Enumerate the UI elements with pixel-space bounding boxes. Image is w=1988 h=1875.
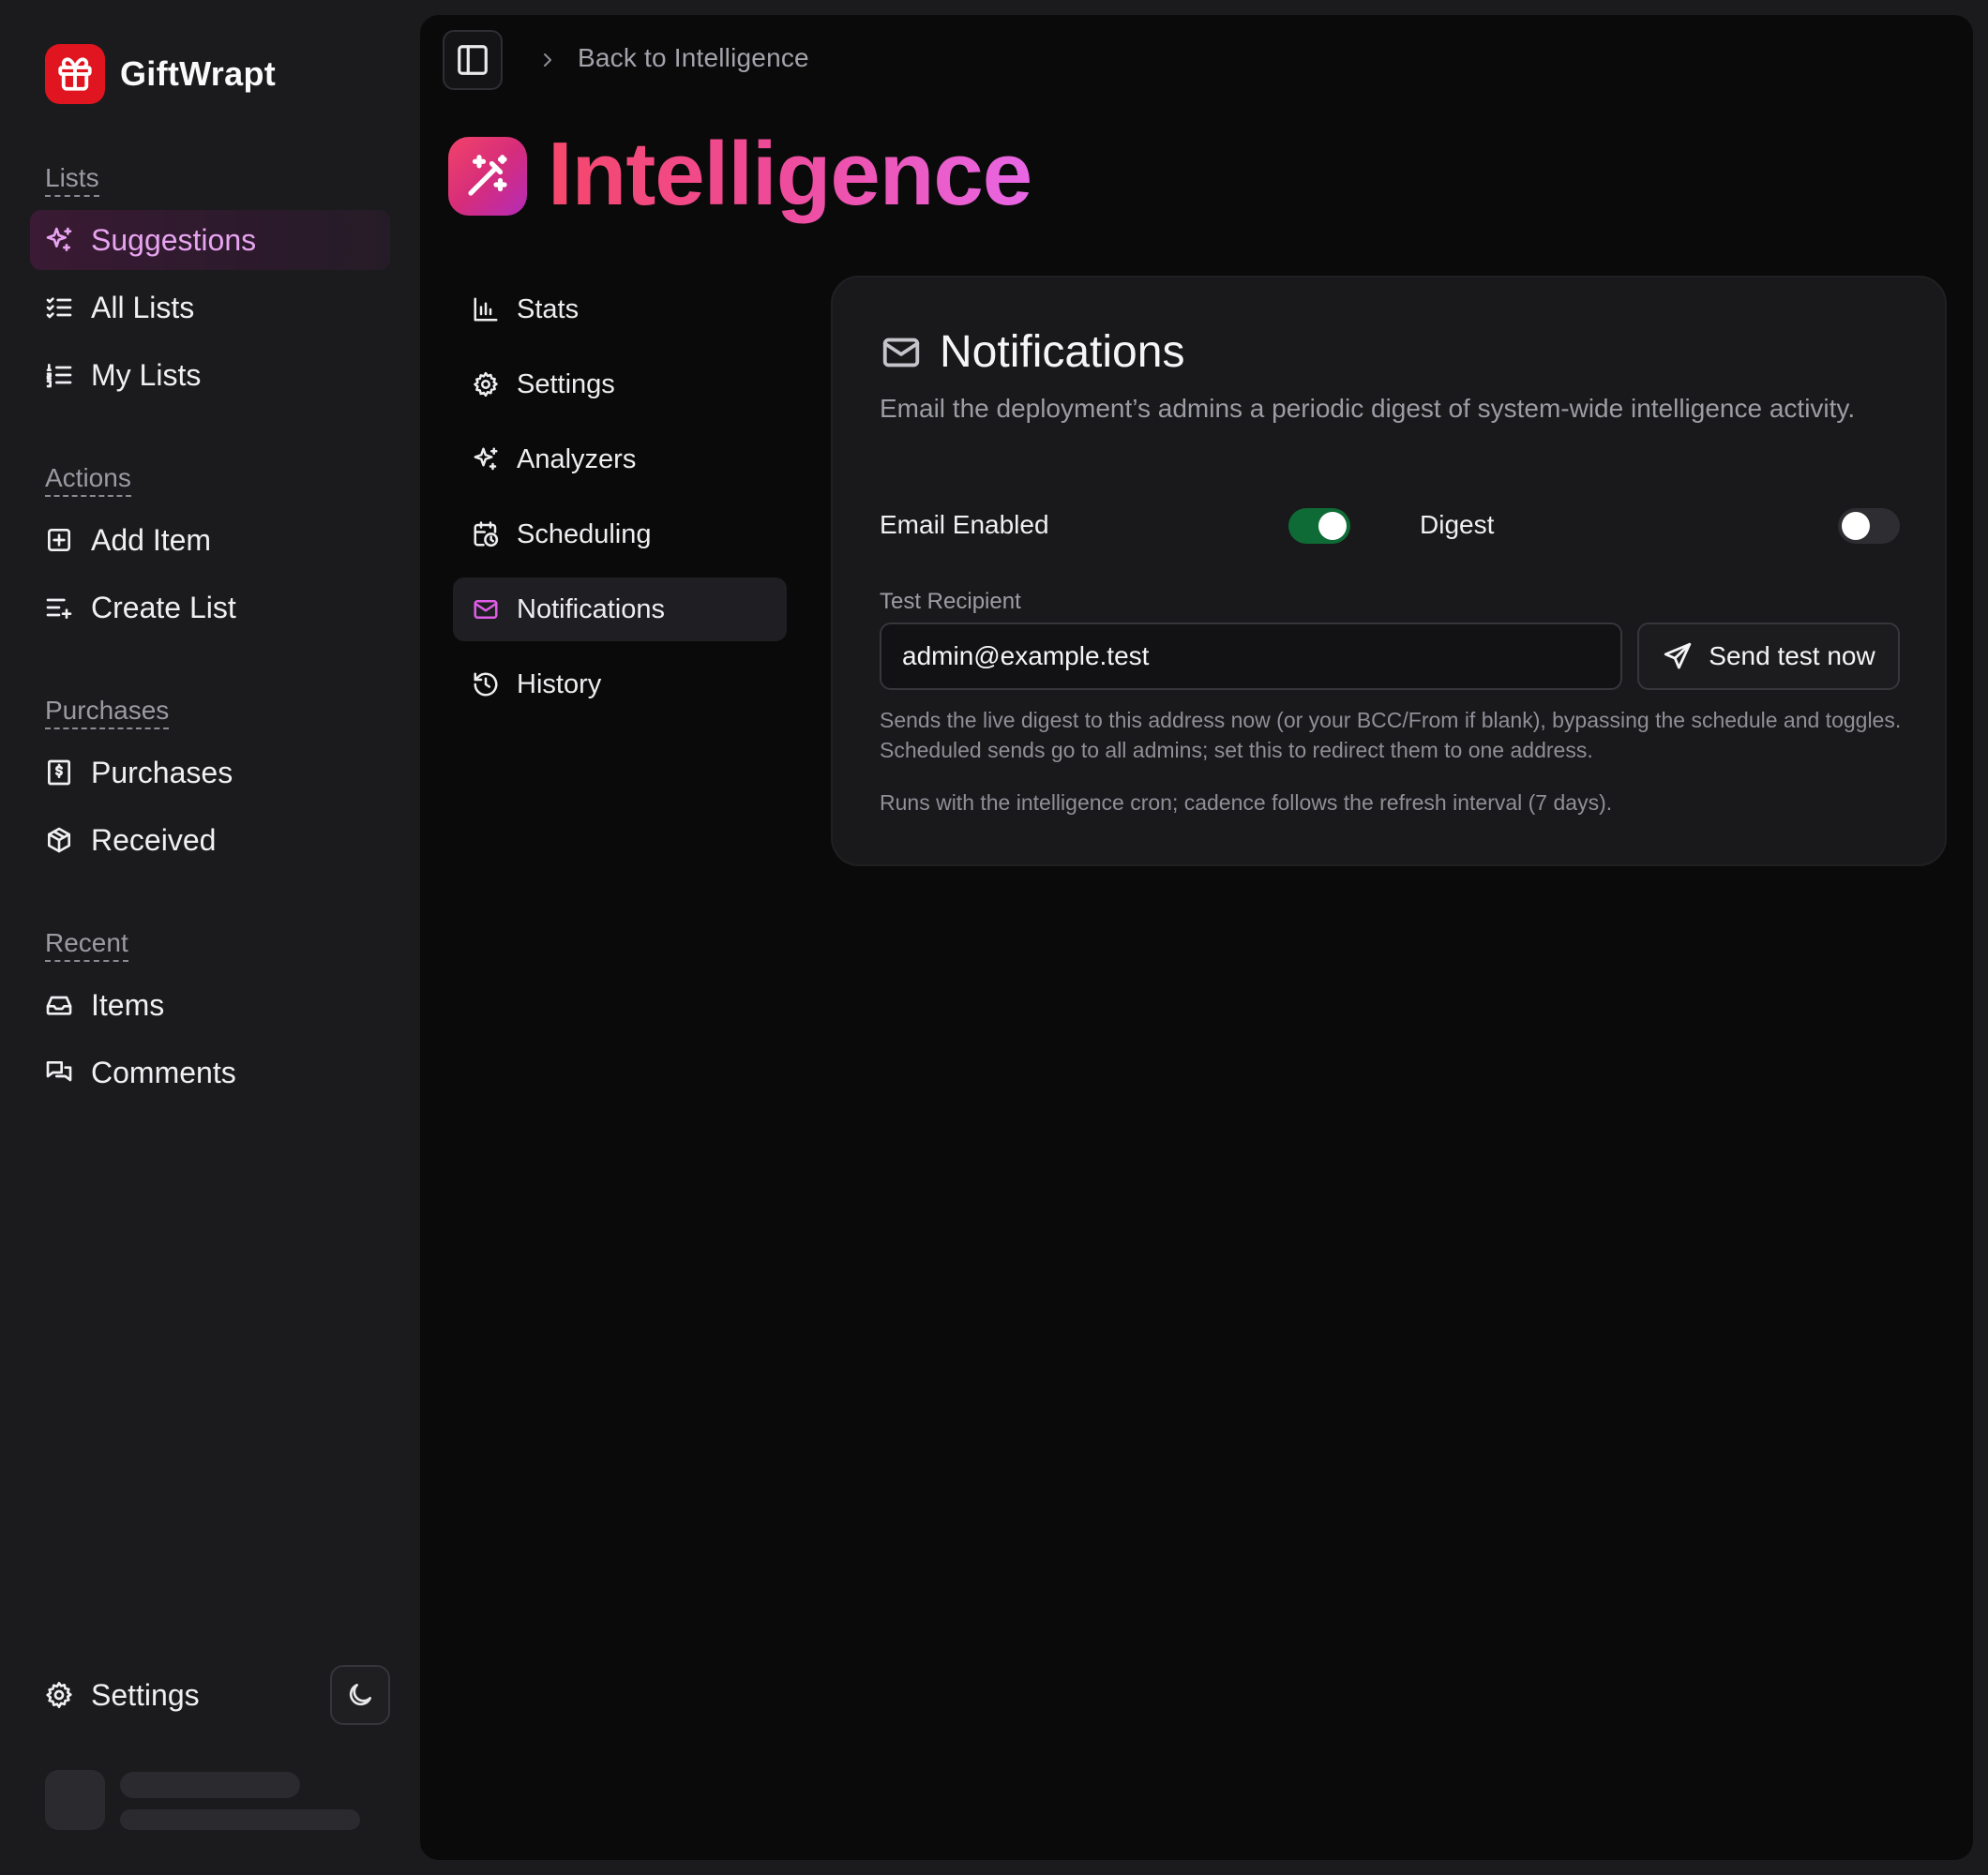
send-test-button[interactable]: Send test now (1637, 622, 1900, 690)
subnav-item-label: Stats (517, 293, 580, 324)
sidebar-toggle-button[interactable] (443, 30, 503, 90)
messages-icon (44, 1058, 74, 1088)
subnav-item-label: Settings (517, 368, 615, 399)
send-test-label: Send test now (1709, 641, 1875, 670)
subnav-item-settings[interactable]: Settings (453, 352, 787, 416)
sidebar-item-suggestions[interactable]: Suggestions (30, 210, 390, 270)
history-icon (472, 670, 500, 698)
sidebar-item-purchases[interactable]: Purchases (30, 742, 390, 802)
notifications-card: Notifications Email the deployment’s adm… (831, 276, 1947, 866)
sidebar-item-label: Items (91, 987, 165, 1022)
panel-left-icon (455, 42, 490, 78)
test-recipient-input[interactable]: admin@example.test (880, 622, 1622, 690)
gear-icon (472, 370, 500, 398)
sidebar-item-comments[interactable]: Comments (30, 1042, 390, 1102)
digest-toggle[interactable] (1838, 508, 1900, 544)
theme-toggle-button[interactable] (330, 1665, 390, 1725)
list-ordered-icon (44, 360, 74, 390)
subnav-item-label: Notifications (517, 593, 665, 624)
sidebar-item-add-item[interactable]: Add Item (30, 510, 390, 570)
sparkles-icon (44, 225, 74, 255)
sidebar-item-label: Purchases (91, 755, 233, 789)
sidebar-item-create-list[interactable]: Create List (30, 578, 390, 638)
plus-square-icon (44, 525, 74, 555)
package-icon (44, 825, 74, 855)
subnav-item-notifications[interactable]: Notifications (453, 578, 787, 641)
mail-icon (472, 595, 500, 623)
group-label-purchases: Purchases (45, 696, 170, 730)
moon-icon (345, 1680, 375, 1710)
brand[interactable]: GiftWrapt (45, 44, 276, 104)
send-icon (1662, 640, 1694, 672)
sidebar-item-label: Comments (91, 1055, 236, 1089)
user-name-skeleton (120, 1772, 300, 1798)
mail-icon (880, 331, 923, 374)
main-panel: Back to Intelligence Intelligence Stats … (420, 15, 1973, 1860)
subnav-item-history[interactable]: History (453, 652, 787, 716)
group-label-lists: Lists (45, 163, 99, 198)
sidebar-settings[interactable]: Settings (30, 1665, 311, 1725)
test-recipient-help: Sends the live digest to this address no… (880, 708, 1902, 762)
card-title: Notifications (940, 327, 1185, 377)
subnav-item-stats[interactable]: Stats (453, 278, 787, 341)
group-label-actions: Actions (45, 463, 131, 498)
user-email-skeleton (120, 1809, 360, 1830)
sidebar: GiftWrapt Lists Suggestions All Lists My… (0, 0, 420, 1875)
inbox-icon (44, 990, 74, 1020)
list-plus-icon (44, 592, 74, 622)
sidebar-item-label: Add Item (91, 522, 212, 557)
calendar-clock-icon (472, 520, 500, 548)
email-enabled-toggle[interactable] (1288, 508, 1350, 544)
subnav-item-label: Scheduling (517, 518, 652, 549)
sidebar-item-label: Create List (91, 590, 236, 624)
chevron-right-icon (536, 49, 559, 71)
sidebar-item-my-lists[interactable]: My Lists (30, 345, 390, 405)
receipt-icon (44, 758, 74, 788)
bar-chart-icon (472, 295, 500, 323)
sidebar-item-label: Suggestions (91, 222, 257, 257)
sidebar-item-label: All Lists (91, 290, 195, 324)
page-title: Intelligence (548, 120, 1032, 228)
breadcrumb-back-link[interactable]: Back to Intelligence (578, 43, 809, 73)
card-description: Email the deployment’s admins a periodic… (880, 394, 1856, 423)
subnav-item-label: History (517, 668, 602, 699)
sidebar-item-label: Received (91, 822, 217, 857)
card-header: Notifications (880, 326, 1184, 378)
toggle-knob (1842, 512, 1870, 540)
email-enabled-label: Email Enabled (880, 510, 1049, 539)
sidebar-item-all-lists[interactable]: All Lists (30, 278, 390, 338)
sidebar-settings-label: Settings (91, 1677, 200, 1712)
group-label-recent: Recent (45, 928, 128, 963)
gift-icon (45, 44, 105, 104)
list-checks-icon (44, 292, 74, 322)
sidebar-item-items[interactable]: Items (30, 975, 390, 1035)
brand-name: GiftWrapt (120, 54, 277, 93)
test-recipient-label: Test Recipient (880, 589, 1021, 614)
subnav-item-analyzers[interactable]: Analyzers (453, 428, 787, 491)
user-avatar-skeleton (45, 1770, 105, 1830)
subnav-item-scheduling[interactable]: Scheduling (453, 502, 787, 566)
sparkles-icon (472, 445, 500, 473)
toggle-knob (1318, 512, 1347, 540)
cadence-note: Runs with the intelligence cron; cadence… (880, 790, 1613, 815)
gear-icon (44, 1680, 74, 1710)
sidebar-item-label: My Lists (91, 357, 202, 392)
magic-wand-icon (448, 137, 527, 216)
sidebar-item-received[interactable]: Received (30, 810, 390, 870)
digest-label: Digest (1420, 510, 1495, 539)
subnav-item-label: Analyzers (517, 443, 637, 474)
